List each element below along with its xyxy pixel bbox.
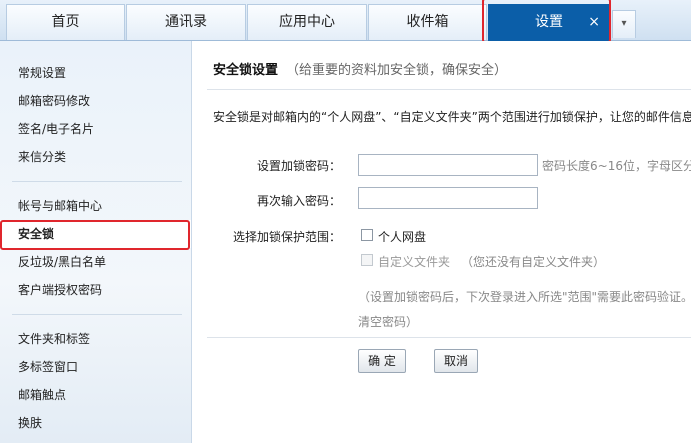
sidebar-item-multi-tab[interactable]: 多标签窗口 <box>0 353 191 381</box>
sidebar-item-skin[interactable]: 换肤 <box>0 409 191 437</box>
no-folder-note: （您还没有自定义文件夹） <box>461 255 606 269</box>
tab-settings[interactable]: 设置 × <box>488 4 610 41</box>
page-title-text: 安全锁设置 <box>213 63 279 78</box>
cancel-button[interactable]: 取消 <box>434 349 478 373</box>
sidebar-item-folders-tags[interactable]: 文件夹和标签 <box>0 325 191 353</box>
sidebar-item-general[interactable]: 常规设置 <box>0 59 191 87</box>
page-title: 安全锁设置 （给重要的资料加安全锁，确保安全） <box>213 59 507 78</box>
button-divider <box>207 337 691 338</box>
sidebar-item-mail-touch[interactable]: 邮箱触点 <box>0 381 191 409</box>
sidebar-item-mail-filter[interactable]: 来信分类 <box>0 143 191 171</box>
custom-folder-checkbox <box>361 254 373 266</box>
sidebar-divider <box>12 314 182 315</box>
top-tab-bar: 首页 通讯录 应用中心 收件箱 设置 × ▾ <box>0 0 691 41</box>
tab-settings-label: 设置 <box>535 14 563 30</box>
tab-contacts[interactable]: 通讯录 <box>126 4 246 40</box>
close-icon[interactable]: × <box>588 5 600 39</box>
personal-disk-label: 个人网盘 <box>378 230 427 244</box>
tab-home[interactable]: 首页 <box>6 4 125 40</box>
sidebar: 常规设置 邮箱密码修改 签名/电子名片 来信分类 帐号与邮箱中心 安全锁 反垃圾… <box>0 41 192 443</box>
sidebar-divider <box>12 181 182 182</box>
tab-app-center[interactable]: 应用中心 <box>247 4 367 40</box>
title-divider <box>207 89 691 90</box>
sidebar-item-account-center[interactable]: 帐号与邮箱中心 <box>0 192 191 220</box>
sidebar-item-signature[interactable]: 签名/电子名片 <box>0 115 191 143</box>
set-password-input[interactable] <box>358 154 538 176</box>
tab-inbox[interactable]: 收件箱 <box>368 4 487 40</box>
lock-note-line1: （设置加锁密码后，下次登录进入所选"范围"需要此密码验证。 <box>358 290 691 304</box>
confirm-password-input[interactable] <box>358 187 538 209</box>
description-text: 安全锁是对邮箱内的“个人网盘”、“自定义文件夹”两个范围进行加锁保护，让您的邮件… <box>213 110 691 124</box>
scope-label: 选择加锁保护范围： <box>232 230 341 244</box>
page-subtitle: （给重要的资料加安全锁，确保安全） <box>286 63 508 78</box>
sidebar-item-client-auth[interactable]: 客户端授权密码 <box>0 276 191 304</box>
chevron-down-icon[interactable]: ▾ <box>612 10 636 38</box>
lock-note-line2: 清空密码） <box>358 315 419 329</box>
sidebar-item-password[interactable]: 邮箱密码修改 <box>0 87 191 115</box>
set-password-label: 设置加锁密码： <box>256 159 341 173</box>
password-length-hint: 密码长度6~16位，字母区分 <box>542 159 691 173</box>
main-panel: 安全锁设置 （给重要的资料加安全锁，确保安全） 安全锁是对邮箱内的“个人网盘”、“… <box>193 41 691 443</box>
sidebar-item-antispam[interactable]: 反垃圾/黑白名单 <box>0 248 191 276</box>
ok-button[interactable]: 确 定 <box>358 349 406 373</box>
custom-folder-label: 自定义文件夹 <box>378 255 451 269</box>
confirm-password-label: 再次输入密码： <box>256 194 341 208</box>
personal-disk-checkbox[interactable] <box>361 229 373 241</box>
sidebar-item-security-lock[interactable]: 安全锁 <box>0 220 191 248</box>
